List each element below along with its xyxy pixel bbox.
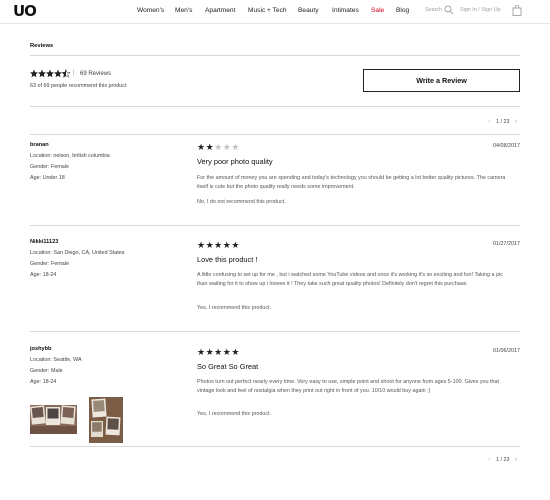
recommend-summary: 63 of 69 people recommend this product (30, 83, 127, 89)
reviews-heading: Reviews (30, 43, 54, 49)
review-recommendation: No, I do not recommend this product. (197, 199, 286, 205)
star-filled-icon: ★ (197, 347, 206, 357)
review-title: So Great So Great (197, 362, 259, 371)
divider (30, 55, 520, 56)
star-empty-icon: ★ (231, 142, 240, 152)
nav-item-mens[interactable]: Men's (175, 7, 192, 14)
divider (30, 134, 520, 135)
separator: | (73, 70, 75, 76)
search-label: Search (425, 7, 443, 13)
review-item: branan Location: nelson, british columbi… (30, 142, 520, 222)
review-gender: Gender: Female (30, 261, 69, 267)
divider (30, 106, 520, 107)
nav-item-blog[interactable]: Blog (396, 7, 409, 14)
review-body: Photos turn out perfect nearly every tim… (197, 379, 500, 394)
next-page-icon[interactable]: › (515, 456, 517, 463)
review-location: Location: Seattle, WA (30, 357, 82, 363)
prev-page-icon[interactable]: ‹ (488, 118, 490, 125)
divider (30, 331, 520, 332)
shopping-bag-icon[interactable] (512, 5, 522, 16)
review-rating-stars: ★★★★★ (197, 142, 240, 153)
review-location: Location: nelson, british columbia (30, 153, 110, 159)
pagination-bottom: ‹ 1 / 23 › (488, 456, 520, 464)
review-item: joshybb Location: Seattle, WA Gender: Ma… (30, 346, 520, 446)
next-page-icon[interactable]: › (515, 118, 517, 125)
review-item: Nikki11123 Location: San Diego, CA, Unit… (30, 239, 520, 319)
review-date: 04/08/2017 (493, 143, 520, 149)
star-filled-icon: ★ (231, 347, 240, 357)
review-username: branan (30, 142, 49, 148)
nav-item-music-tech[interactable]: Music + Tech (248, 7, 287, 14)
star-empty-icon: ★ (214, 142, 223, 152)
review-recommendation: Yes, I recommend this product. (197, 305, 272, 311)
review-age: Age: 18-24 (30, 272, 57, 278)
review-rating-stars: ★★★★★ (197, 347, 240, 358)
pagination-top: ‹ 1 / 23 › (488, 118, 520, 126)
review-photo-image (30, 405, 77, 434)
review-count[interactable]: 69 Reviews (80, 71, 111, 77)
divider (30, 446, 520, 447)
review-title: Love this product ! (197, 255, 258, 264)
nav-item-intimates[interactable]: Intimates (332, 7, 359, 14)
page-indicator: 1 / 23 (496, 119, 510, 125)
page-indicator: 1 / 23 (496, 457, 510, 463)
star-filled-icon: ★ (205, 347, 215, 357)
review-photo-image (89, 397, 123, 443)
review-gender: Gender: Female (30, 164, 69, 170)
star-filled-icon: ★ (214, 240, 223, 250)
review-photo-thumbnail[interactable] (30, 405, 77, 434)
review-date: 01/27/2017 (493, 241, 520, 247)
review-location: Location: San Diego, CA, United States (30, 250, 125, 256)
site-header: UO Women's Men's Apartment Music + Tech … (0, 0, 550, 24)
search-icon[interactable] (444, 5, 454, 15)
review-gender: Gender: Male (30, 368, 63, 374)
review-body: A little confusing to set up for me , bu… (197, 272, 503, 287)
prev-page-icon[interactable]: ‹ (488, 456, 490, 463)
review-username: Nikki11123 (30, 239, 59, 245)
review-age: Age: 18-24 (30, 379, 57, 385)
review-recommendation: Yes, I recommend this product. (197, 411, 272, 417)
sign-in-link[interactable]: Sign In / Sign Up (460, 7, 500, 13)
star-filled-icon: ★ (205, 240, 215, 250)
star-filled-icon: ★ (214, 347, 223, 357)
review-username: joshybb (30, 346, 52, 352)
review-age: Age: Under 18 (30, 175, 65, 181)
review-title: Very poor photo quality (197, 157, 273, 166)
star-filled-icon: ★ (231, 240, 240, 250)
divider (30, 225, 520, 226)
review-date: 01/06/2017 (493, 348, 520, 354)
review-rating-stars: ★★★★★ (197, 240, 240, 251)
nav-item-sale[interactable]: Sale (371, 7, 384, 14)
nav-item-apartment[interactable]: Apartment (205, 7, 235, 14)
nav-item-womens[interactable]: Women's (137, 7, 164, 14)
review-photo-thumbnail[interactable] (89, 397, 123, 443)
star-filled-icon: ★ (197, 240, 206, 250)
summary-stars-icon (30, 68, 71, 78)
write-review-button[interactable]: Write a Review (363, 69, 520, 92)
star-filled-icon: ★ (197, 142, 206, 152)
nav-item-beauty[interactable]: Beauty (298, 7, 319, 14)
summary-rating-stars (30, 68, 71, 79)
star-filled-icon: ★ (205, 142, 215, 152)
review-body: For the amount of money you are spending… (197, 175, 506, 190)
